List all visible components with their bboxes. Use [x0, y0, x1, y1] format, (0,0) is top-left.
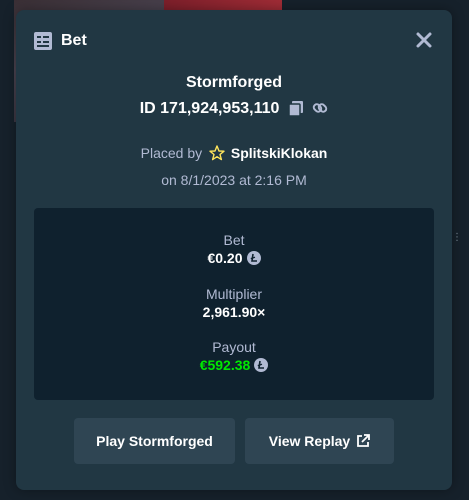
play-game-button[interactable]: Play Stormforged	[74, 418, 235, 464]
bet-value: €0.20	[207, 250, 243, 266]
bet-id: ID 171,924,953,110	[139, 100, 280, 117]
bet-date: on 8/1/2023 at 2:16 PM	[161, 172, 307, 188]
external-link-icon	[357, 434, 371, 447]
placed-by-row: Placed by SplitskiKlokan	[16, 145, 452, 161]
payout-value-row: €592.38	[34, 357, 434, 373]
star-icon	[209, 145, 225, 161]
view-replay-button[interactable]: View Replay	[245, 418, 394, 464]
payout-label: Payout	[212, 339, 256, 355]
bet-stats-panel: Bet €0.20 Multiplier 2,961.90× Payout €5…	[34, 208, 434, 400]
bet-slip-icon	[34, 32, 52, 50]
litecoin-icon	[246, 251, 261, 265]
copy-icon[interactable]	[288, 100, 304, 116]
multiplier-value: 2,961.90×	[202, 304, 266, 320]
bet-id-row: ID 171,924,953,110	[16, 100, 452, 118]
game-name: Stormforged	[186, 74, 282, 91]
play-game-label: Play Stormforged	[96, 433, 213, 449]
view-replay-label: View Replay	[268, 433, 351, 449]
modal-title: Bet	[61, 32, 87, 49]
placed-by-label: Placed by	[140, 145, 203, 161]
multiplier-label: Multiplier	[205, 286, 262, 302]
modal-header: Bet	[16, 10, 452, 68]
bet-value-row: €0.20	[34, 250, 434, 266]
payout-value: €592.38	[199, 357, 251, 373]
bet-label: Bet	[223, 232, 245, 248]
background-dots: ⋮	[452, 232, 463, 243]
close-icon[interactable]	[414, 30, 434, 50]
link-icon[interactable]	[312, 100, 328, 116]
bet-modal: Bet Stormforged ID 171,924,953,110 Place…	[16, 10, 452, 490]
litecoin-icon	[254, 358, 269, 372]
username-link[interactable]: SplitskiKlokan	[231, 145, 327, 161]
